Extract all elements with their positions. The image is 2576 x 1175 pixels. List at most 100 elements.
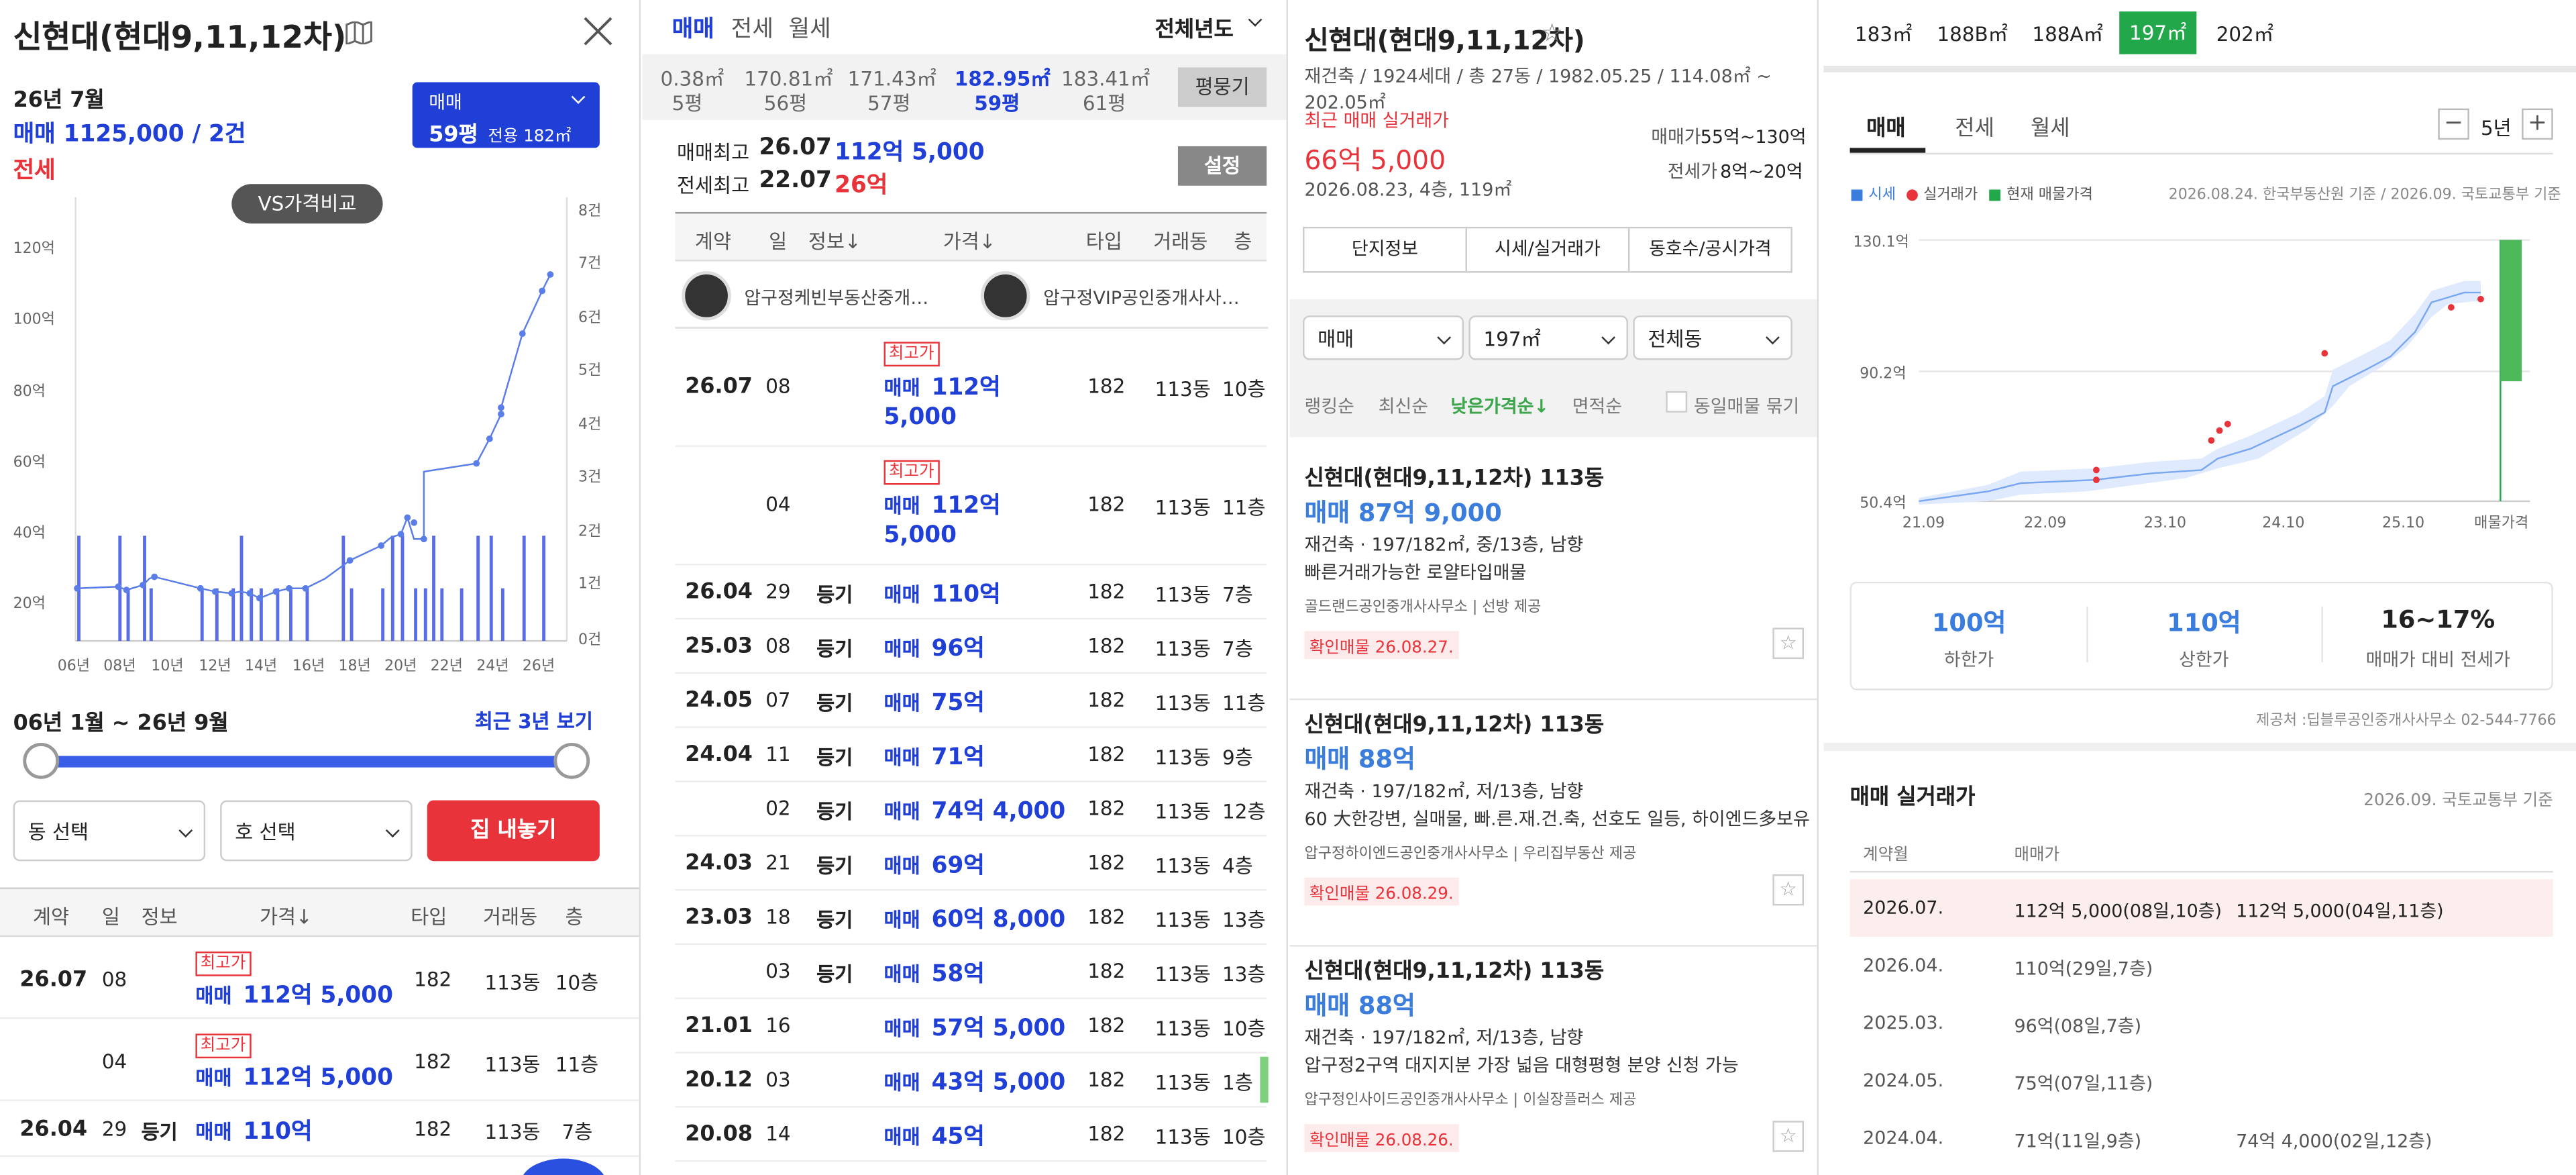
deal-row[interactable]: 2026.04. 110억(29일,7층) — [1850, 937, 2553, 994]
max-sale-date: 26.07 — [759, 134, 832, 162]
trade-type-select[interactable]: 매매 — [1303, 315, 1464, 360]
col-header[interactable]: 가격↓ — [943, 227, 996, 255]
agent-name[interactable]: 압구정케빈부동산중개… — [744, 285, 928, 311]
listing-item[interactable]: 신현대(현대9,11,12차) 113동 매매 88억 재건축 · 197/182㎡… — [1289, 707, 1817, 947]
table-row[interactable]: 26.04 29 등기 매매 110억 182 113동 7층 — [675, 565, 1267, 620]
table-header: 계약 일 정보↓ 가격↓ 타입 거래동 층 — [675, 211, 1267, 262]
table-row[interactable]: 03 등기 매매 58억 182 113동 13층 — [675, 945, 1267, 999]
row-dong: 113동 — [1155, 496, 1211, 519]
row-price: 43억 5,000 — [931, 1070, 1066, 1096]
tab-jeonse[interactable]: 전세 — [1955, 110, 1994, 142]
area-m2-active[interactable]: 182.95㎡ — [955, 64, 1051, 93]
close-icon[interactable] — [582, 15, 614, 48]
map-icon[interactable] — [345, 19, 373, 46]
deal-row[interactable]: 2025.03. 96억(08일,7층) — [1850, 994, 2553, 1052]
range-slider-end-handle[interactable] — [553, 742, 590, 779]
dong-select[interactable]: 전체동 — [1633, 315, 1792, 360]
row-price: 112억 — [931, 493, 1001, 519]
area-m2[interactable]: 183.41㎡ — [1061, 64, 1150, 93]
upper-price-label: 상한가 — [2179, 649, 2229, 671]
tab-monthly[interactable]: 월세 — [2031, 110, 2070, 142]
lower-price-label: 하한가 — [1943, 649, 1994, 671]
listing-item[interactable]: 신현대(현대9,11,12차) 113동 매매 88억 재건축 · 197/182㎡… — [1289, 953, 1817, 1175]
star-icon[interactable]: ☆ — [1772, 874, 1805, 906]
row-day: 18 — [765, 905, 791, 929]
row-floor: 10층 — [1222, 1017, 1266, 1041]
table-row[interactable]: 24.05 07 등기 매매 75억 182 113동 11층 — [675, 674, 1267, 728]
tab-price[interactable]: 시세/실거래가 — [1467, 228, 1630, 272]
recent-price: 66억 5,000 — [1304, 144, 1446, 176]
row-price: 58억 — [931, 961, 985, 988]
area-tab[interactable]: 202㎡ — [2216, 19, 2273, 48]
recent-detail: 2026.08.23, 4층, 119㎡ — [1304, 178, 1512, 201]
area-m2[interactable]: 0.38㎡ — [660, 64, 724, 93]
table-row[interactable]: 04 최고가 매매 112억 5,000 182 113동 11층 — [0, 1022, 639, 1101]
market-price-panel: 183㎡ 188B㎡ 188A㎡ 197㎡ 202㎡ 매매 전세 월세 − 5년… — [1823, 0, 2576, 1175]
pyeong-toggle-button[interactable]: 평뭉기 — [1177, 67, 1267, 107]
star-icon[interactable]: ☆ — [1772, 627, 1805, 660]
col-header[interactable]: 정보↓ — [808, 227, 861, 255]
area-m2[interactable]: 171.43㎡ — [848, 64, 936, 93]
table-row[interactable]: 24.03 21 등기 매매 69억 182 113동 4층 — [675, 837, 1267, 891]
plus-button[interactable]: + — [2522, 108, 2553, 140]
table-row[interactable]: 24.04 11 등기 매매 71억 182 113동 9층 — [675, 728, 1267, 782]
group-checkbox[interactable] — [1666, 391, 1688, 413]
deal-month: 2026.07. — [1863, 897, 1944, 919]
ho-select[interactable]: 호 선택 — [220, 800, 413, 862]
area-tab[interactable]: 188A㎡ — [2032, 19, 2103, 48]
tab-monthly[interactable]: 월세 — [789, 11, 831, 44]
row-type: 182 — [414, 1050, 452, 1074]
table-row[interactable]: 20.08 14 매매 45억 182 113동 10층 — [675, 1108, 1267, 1162]
tab-complex-info[interactable]: 단지정보 — [1305, 228, 1467, 272]
area-tab-active[interactable]: 197㎡ — [2119, 11, 2197, 54]
dong-select[interactable]: 동 선택 — [13, 800, 206, 862]
col-header[interactable]: 가격↓ — [260, 903, 313, 931]
year-filter[interactable]: 전체년도 — [1155, 11, 1234, 43]
row-floor: 13층 — [1222, 909, 1266, 932]
sort-lowest-price[interactable]: 낮은가격순↓ — [1450, 393, 1549, 419]
sort-area[interactable]: 면적순 — [1572, 393, 1622, 419]
star-icon[interactable]: ☆ — [1541, 18, 1563, 48]
market-price-line — [1919, 291, 2481, 503]
star-icon[interactable]: ☆ — [1772, 1121, 1805, 1152]
deal-price: 112억 5,000(04일,11층) — [2236, 901, 2444, 922]
deal-row[interactable]: 2024.04. 71억(11일,9층) 74억 4,000(02일,12층) — [1850, 1109, 2553, 1167]
deal-row[interactable]: 2026.07. 112억 5,000(08일,10층) 112억 5,000(04… — [1849, 879, 2553, 937]
list-property-button[interactable]: 집 내놓기 — [427, 800, 600, 862]
deal-row[interactable]: 2024.05. 75억(07일,11층) — [1850, 1052, 2553, 1109]
table-row[interactable]: 26.07 08 최고가 매매 112억 5,000 182 113동 10층 — [0, 940, 639, 1019]
tab-unit-price[interactable]: 동호수/공시가격 — [1629, 228, 1790, 271]
table-row[interactable]: 25.03 08 등기 매매 96억 182 113동 7층 — [675, 619, 1267, 674]
range-slider-start-handle[interactable] — [23, 742, 60, 779]
agent-name[interactable]: 압구정VIP공인중개사사… — [1043, 285, 1240, 311]
listing-item[interactable]: 신현대(현대9,11,12차) 113동 매매 87억 9,000 재건축 · 19… — [1289, 460, 1817, 701]
tab-sale[interactable]: 매매 — [672, 11, 714, 44]
table-row[interactable]: 20.12 03 매매 43억 5,000 182 113동 1층 — [675, 1054, 1267, 1108]
table-row[interactable]: 26.07 08 최고가 매매 112억 5,000 182 113동 10층 — [675, 329, 1267, 448]
area-tab[interactable]: 183㎡ — [1855, 19, 1912, 48]
x-tick: 24년 — [476, 658, 508, 674]
floating-action-button[interactable] — [521, 1158, 606, 1175]
sort-ranking[interactable]: 랭킹순 — [1305, 393, 1354, 419]
area-tab[interactable]: 188B㎡ — [1937, 19, 2008, 48]
table-row[interactable]: 02 등기 매매 74억 4,000 182 113동 12층 — [675, 782, 1267, 837]
tab-sale[interactable]: 매매 — [1866, 110, 1906, 142]
minus-button[interactable]: − — [2438, 108, 2469, 140]
area-type-selector[interactable]: 매매 59평 전용 182㎡ — [412, 82, 600, 148]
scroll-indicator — [1260, 1056, 1269, 1103]
area-m2[interactable]: 170.81㎡ — [744, 64, 833, 93]
table-row[interactable]: 04 최고가 매매 112억 5,000 182 113동 11층 — [675, 447, 1267, 566]
y-tick: 2건 — [578, 523, 601, 540]
row-type: 182 — [1087, 1068, 1126, 1092]
table-row[interactable]: 23.03 18 등기 매매 60억 8,000 182 113동 13층 — [675, 890, 1267, 946]
range-slider-track[interactable] — [39, 756, 572, 768]
recent-3y-link[interactable]: 최근 3년 보기 — [475, 707, 593, 735]
area-select[interactable]: 197㎡ — [1468, 315, 1628, 360]
table-row[interactable]: 26.04 29 등기 매매 110억 182 113동 7층 — [0, 1105, 639, 1158]
table-row[interactable]: 21.01 16 매매 57억 5,000 182 113동 10층 — [675, 999, 1267, 1054]
legend-actual: ● 실거래가 — [1905, 187, 1978, 204]
listing-spec: 재건축 · 197/182㎡, 저/13층, 남향 — [1304, 1027, 1584, 1049]
tab-jeonse[interactable]: 전세 — [731, 11, 773, 44]
settings-button[interactable]: 설정 — [1177, 146, 1267, 186]
sort-latest[interactable]: 최신순 — [1379, 393, 1428, 419]
